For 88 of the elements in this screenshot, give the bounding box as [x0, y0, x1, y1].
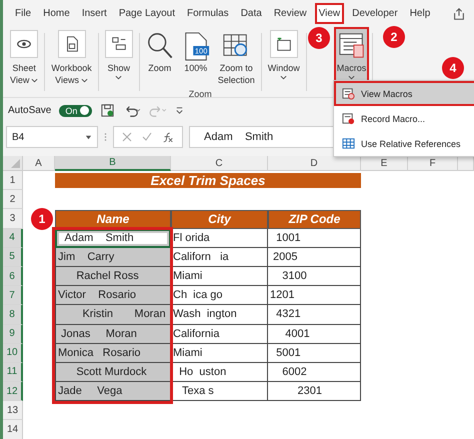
ribbon-tab[interactable]: Page Layout [114, 3, 179, 24]
ribbon-tab[interactable]: Review [270, 3, 311, 24]
table-cell[interactable]: Scott Murdock [55, 362, 171, 382]
table-cell[interactable]: California [171, 324, 268, 344]
step-badge: 1 [31, 208, 53, 230]
table-cell[interactable]: 4321 [268, 305, 361, 324]
table-cell[interactable]: Jade Vega [55, 382, 171, 402]
table-cell[interactable]: 1001 [268, 228, 361, 248]
ribbon-tab[interactable]: Data [236, 3, 266, 24]
table-cell[interactable]: Rachel Ross [55, 266, 171, 286]
column-header[interactable] [458, 156, 474, 171]
table-cell[interactable]: 1201 [268, 286, 361, 306]
ribbon-button[interactable]: Zoom to Selection [214, 27, 258, 89]
autosave-label: AutoSave [8, 105, 52, 116]
table-cell[interactable]: Victor Rosario [55, 286, 171, 306]
table-cell[interactable]: Fl orida [171, 228, 268, 248]
table-cell[interactable]: Kristin Moran [55, 305, 171, 324]
ribbon-button[interactable]: Sheet View [7, 27, 42, 89]
ribbon-button[interactable]: Show [102, 27, 136, 84]
ribbon-button[interactable]: Window [264, 27, 303, 84]
ribbon-button[interactable]: Workbook Views [48, 27, 95, 89]
record-icon [342, 112, 355, 125]
column-header[interactable]: E [361, 156, 408, 171]
row-header[interactable]: 14 [3, 420, 23, 439]
ribbon-button[interactable]: Zoom [142, 27, 177, 89]
autosave-toggle[interactable]: On [59, 104, 92, 116]
row-header[interactable]: 1 [3, 171, 23, 190]
table-cell[interactable]: Texa s [171, 382, 268, 402]
select-all-icon[interactable] [11, 159, 20, 168]
name-box[interactable]: B4 [6, 126, 98, 148]
table-cell[interactable]: 2005 [268, 248, 361, 267]
row-header[interactable]: 6 [3, 266, 23, 286]
row-header[interactable]: 2 [3, 190, 23, 210]
search-icon [146, 31, 174, 61]
table-cell[interactable]: Ho uston [171, 362, 268, 382]
layout-icon [110, 35, 128, 53]
column-header[interactable]: B [55, 156, 171, 171]
table-cell[interactable]: Wash ington [171, 305, 268, 324]
ribbon-tab[interactable]: Insert [78, 3, 111, 24]
macro-list-icon [342, 87, 355, 100]
window-icon [274, 35, 293, 53]
row-header[interactable]: 10 [3, 344, 23, 363]
row-header[interactable]: 7 [3, 286, 23, 306]
row-header[interactable]: 11 [3, 362, 23, 382]
row-header[interactable]: 12 [3, 382, 23, 402]
customize-icon[interactable] [175, 106, 184, 115]
share-icon[interactable] [452, 6, 466, 20]
table-cell[interactable]: Jim Carry [55, 248, 171, 267]
table-cell[interactable]: Californ ia [171, 248, 268, 267]
ribbon-tab[interactable]: View [314, 3, 344, 24]
table-cell[interactable]: 6002 [268, 362, 361, 382]
table-cell[interactable]: 5001 [268, 344, 361, 363]
ribbon-tab[interactable]: Developer [348, 3, 402, 24]
cancel-icon[interactable] [122, 132, 132, 142]
row-header[interactable]: 3 [3, 209, 23, 229]
column-header[interactable]: C [171, 156, 268, 171]
table-cell[interactable]: Ch ica go [171, 286, 268, 306]
ribbon-tab[interactable]: Formulas [183, 3, 233, 24]
column-header[interactable]: D [268, 156, 361, 171]
row-header[interactable]: 5 [3, 248, 23, 267]
ribbon-tab[interactable]: Home [39, 3, 74, 24]
table-icon [342, 137, 355, 150]
redo-icon[interactable] [149, 104, 168, 118]
table-cell[interactable]: Miami [171, 344, 268, 363]
sheet-title: Excel Trim Spaces [55, 173, 361, 188]
group-label: Zoom [188, 89, 212, 99]
row-header[interactable]: 9 [3, 324, 23, 344]
save-icon[interactable] [100, 103, 116, 118]
function-icon[interactable] [162, 132, 174, 142]
table-cell[interactable]: 2301 [268, 382, 361, 402]
table-header: ZIP Code [268, 210, 361, 229]
table-cell[interactable]: 4001 [268, 324, 361, 344]
ribbon-tab[interactable]: File [11, 3, 36, 24]
table-cell[interactable]: 3100 [268, 266, 361, 286]
ribbon-button[interactable]: 100 100% [178, 27, 213, 89]
table-cell[interactable]: Miami [171, 266, 268, 286]
resize-handle-icon[interactable] [104, 131, 107, 143]
enter-icon[interactable] [142, 132, 152, 142]
row-header[interactable]: 4 [3, 228, 23, 248]
row-header[interactable]: 13 [3, 401, 23, 420]
table-header: City [171, 210, 268, 229]
ribbon-tab[interactable]: Help [406, 3, 434, 24]
column-header[interactable]: A [23, 156, 55, 171]
menu-item[interactable]: View Macros [334, 81, 474, 106]
column-header[interactable]: F [408, 156, 458, 171]
row-header[interactable]: 8 [3, 305, 23, 324]
table-cell[interactable]: Monica Rosario [55, 344, 171, 363]
table-cell[interactable]: Jonas Moran [55, 324, 171, 344]
